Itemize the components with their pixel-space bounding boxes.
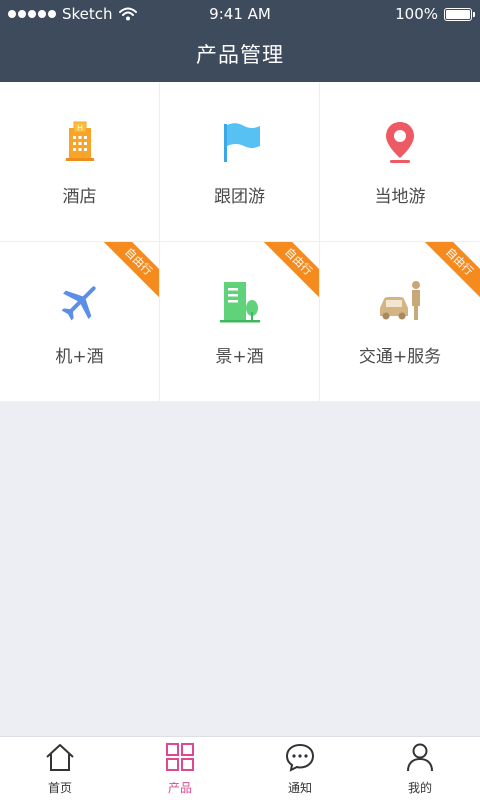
tab-home[interactable]: 首页 xyxy=(0,737,120,800)
tab-label: 通知 xyxy=(287,781,312,795)
header: Sketch 9:41 AM 100% 产品管理 xyxy=(0,0,480,82)
home-icon xyxy=(46,744,74,771)
product-label: 机+酒 xyxy=(55,347,104,367)
hotel-icon: H xyxy=(66,121,94,161)
user-icon xyxy=(407,743,433,772)
car-person-icon xyxy=(380,281,420,320)
product-label: 当地游 xyxy=(374,187,426,207)
tab-notifications[interactable]: 通知 xyxy=(240,737,360,800)
status-bar: Sketch 9:41 AM 100% xyxy=(0,0,480,28)
page-title: 产品管理 xyxy=(196,43,284,67)
flag-icon xyxy=(224,123,260,162)
product-label: 酒店 xyxy=(62,187,97,207)
chat-icon xyxy=(285,743,315,772)
product-transport-service[interactable]: 自由行 交通+服务 xyxy=(320,242,480,402)
tab-profile[interactable]: 我的 xyxy=(360,737,480,800)
battery-percent: 100% xyxy=(395,5,438,23)
free-travel-badge: 自由行 xyxy=(100,242,159,300)
airplane-icon xyxy=(61,286,96,321)
product-scenic-hotel[interactable]: 自由行 景+酒 xyxy=(160,242,320,402)
product-label: 跟团游 xyxy=(214,187,265,207)
tab-label: 产品 xyxy=(167,781,192,795)
tab-label: 我的 xyxy=(407,781,432,795)
tab-products[interactable]: 产品 xyxy=(120,737,240,800)
svg-text:H: H xyxy=(77,124,83,133)
product-flight-hotel[interactable]: 自由行 机+酒 xyxy=(0,242,160,402)
tab-label: 首页 xyxy=(47,781,72,795)
status-right: 100% xyxy=(395,0,475,28)
product-hotel[interactable]: H 酒店 xyxy=(0,82,160,242)
product-grid: H 酒店 跟团游 当地游 自由行 机+酒 自由行 景+酒 自由行 交通+服务 xyxy=(0,82,480,402)
product-local-tour[interactable]: 当地游 xyxy=(320,82,480,242)
product-group-tour[interactable]: 跟团游 xyxy=(160,82,320,242)
tab-bar: 首页 产品 通知 我的 xyxy=(0,736,480,800)
battery-icon xyxy=(444,7,475,21)
grid-icon xyxy=(166,743,194,771)
building-tree-icon xyxy=(220,282,260,323)
location-pin-icon xyxy=(386,122,414,163)
free-travel-badge: 自由行 xyxy=(260,242,319,300)
product-label: 景+酒 xyxy=(215,347,264,367)
free-travel-badge: 自由行 xyxy=(421,242,480,300)
product-label: 交通+服务 xyxy=(358,347,442,367)
